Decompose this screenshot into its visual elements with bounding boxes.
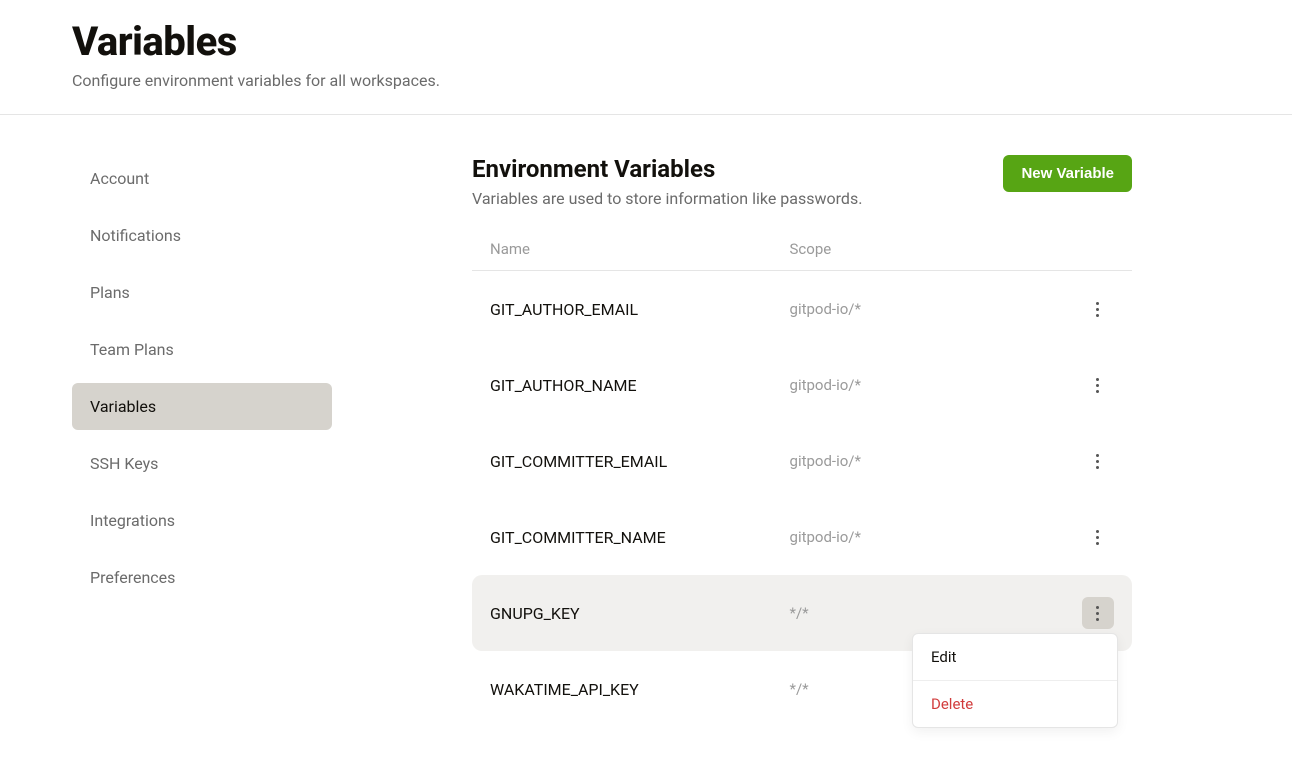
row-actions-button[interactable] — [1082, 521, 1114, 553]
variable-scope: */* — [790, 604, 1052, 622]
sidebar-item-label: SSH Keys — [90, 454, 158, 473]
variable-scope: gitpod-io/* — [790, 376, 1052, 394]
table-header: Name Scope — [472, 228, 1132, 271]
sidebar-item-integrations[interactable]: Integrations — [72, 497, 332, 544]
settings-sidebar: Account Notifications Plans Team Plans V… — [72, 155, 332, 727]
row-actions-button[interactable] — [1082, 597, 1114, 629]
content-layout: Account Notifications Plans Team Plans V… — [0, 115, 1292, 767]
variable-name: GIT_COMMITTER_EMAIL — [490, 452, 790, 471]
variable-scope: gitpod-io/* — [790, 300, 1052, 318]
variable-scope: gitpod-io/* — [790, 528, 1052, 546]
row-actions-menu: Edit Delete — [912, 633, 1118, 728]
menu-item-edit[interactable]: Edit — [913, 634, 1117, 681]
sidebar-item-label: Integrations — [90, 511, 175, 530]
kebab-icon — [1096, 378, 1099, 393]
kebab-icon — [1096, 302, 1099, 317]
sidebar-item-preferences[interactable]: Preferences — [72, 554, 332, 601]
sidebar-item-label: Variables — [90, 397, 156, 416]
sidebar-item-label: Plans — [90, 283, 130, 302]
section-heading-block: Environment Variables Variables are used… — [472, 155, 862, 208]
sidebar-item-label: Notifications — [90, 226, 181, 245]
section-subtitle: Variables are used to store information … — [472, 189, 862, 208]
sidebar-item-label: Account — [90, 169, 149, 188]
table-row: GIT_COMMITTER_NAME gitpod-io/* — [472, 499, 1132, 575]
row-actions-button[interactable] — [1082, 293, 1114, 325]
variable-name: GIT_AUTHOR_NAME — [490, 376, 790, 395]
kebab-icon — [1096, 530, 1099, 545]
sidebar-item-label: Team Plans — [90, 340, 174, 359]
column-header-actions — [1052, 240, 1114, 258]
variable-name: WAKATIME_API_KEY — [490, 680, 790, 699]
row-actions-button[interactable] — [1082, 445, 1114, 477]
sidebar-item-variables[interactable]: Variables — [72, 383, 332, 430]
sidebar-item-notifications[interactable]: Notifications — [72, 212, 332, 259]
kebab-icon — [1096, 454, 1099, 469]
main-content: Environment Variables Variables are used… — [372, 155, 1132, 727]
page-title: Variables — [72, 18, 1220, 65]
sidebar-item-label: Preferences — [90, 568, 175, 587]
sidebar-item-ssh-keys[interactable]: SSH Keys — [72, 440, 332, 487]
table-row: GIT_COMMITTER_EMAIL gitpod-io/* — [472, 423, 1132, 499]
kebab-icon — [1096, 606, 1099, 621]
page-header: Variables Configure environment variable… — [0, 0, 1292, 115]
sidebar-item-team-plans[interactable]: Team Plans — [72, 326, 332, 373]
section-header: Environment Variables Variables are used… — [472, 155, 1132, 208]
menu-item-delete[interactable]: Delete — [913, 681, 1117, 727]
table-row: GIT_AUTHOR_EMAIL gitpod-io/* — [472, 271, 1132, 347]
column-header-name: Name — [490, 240, 790, 258]
variable-name: GNUPG_KEY — [490, 604, 790, 623]
variable-name: GIT_COMMITTER_NAME — [490, 528, 790, 547]
table-row: GIT_AUTHOR_NAME gitpod-io/* — [472, 347, 1132, 423]
sidebar-item-plans[interactable]: Plans — [72, 269, 332, 316]
page-subtitle: Configure environment variables for all … — [72, 71, 1220, 90]
section-title: Environment Variables — [472, 155, 862, 183]
variable-scope: gitpod-io/* — [790, 452, 1052, 470]
table-row: GNUPG_KEY */* Edit Delete — [472, 575, 1132, 651]
new-variable-button[interactable]: New Variable — [1003, 155, 1132, 192]
column-header-scope: Scope — [790, 240, 1052, 258]
row-actions-button[interactable] — [1082, 369, 1114, 401]
sidebar-item-account[interactable]: Account — [72, 155, 332, 202]
variables-table: Name Scope GIT_AUTHOR_EMAIL gitpod-io/* … — [472, 228, 1132, 727]
variable-name: GIT_AUTHOR_EMAIL — [490, 300, 790, 319]
